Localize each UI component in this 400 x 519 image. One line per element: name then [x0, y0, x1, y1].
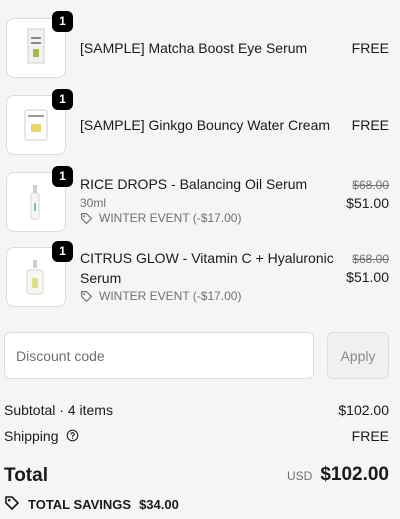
product-name-line2: Serum: [80, 270, 122, 286]
quantity-badge: 1: [52, 166, 73, 187]
apply-button[interactable]: Apply: [327, 332, 389, 379]
product-price: $51.00: [346, 269, 389, 285]
total-label: Total: [4, 465, 48, 486]
shipping-value: FREE: [351, 428, 389, 444]
savings-value: $34.00: [139, 497, 179, 512]
subtotal-value: $102.00: [338, 402, 389, 418]
total-amount: $102.00: [320, 464, 389, 485]
tag-icon: [4, 495, 20, 514]
product-price: FREE: [351, 117, 389, 133]
quantity-badge: 1: [52, 241, 73, 262]
shipping-label: Shipping: [4, 428, 59, 444]
total-value-group: USD $102.00: [287, 464, 389, 486]
total-savings: TOTAL SAVINGS $34.00: [4, 495, 179, 514]
product-name: RICE DROPS - Balancing Oil Serum: [80, 176, 308, 192]
product-variant: 30ml: [80, 196, 107, 210]
product-name: [SAMPLE] Ginkgo Bouncy Water Cream: [80, 117, 331, 133]
tag-icon: [80, 212, 93, 225]
discount-text: WINTER EVENT (-$17.00): [99, 211, 242, 225]
discount-line: WINTER EVENT (-$17.00): [80, 211, 241, 225]
original-price: $68.00: [352, 252, 389, 266]
quantity-badge: 1: [52, 89, 73, 110]
discount-line: WINTER EVENT (-$17.00): [80, 289, 241, 303]
help-circle-icon[interactable]: [66, 429, 79, 445]
discount-text: WINTER EVENT (-$17.00): [99, 289, 242, 303]
shipping-row: Shipping: [4, 428, 79, 445]
discount-code-input[interactable]: [4, 332, 314, 379]
savings-label: TOTAL SAVINGS: [28, 497, 132, 512]
subtotal-label: Subtotal · 4 items: [4, 402, 113, 418]
product-name: [SAMPLE] Matcha Boost Eye Serum: [80, 40, 308, 56]
currency-code: USD: [286, 469, 313, 483]
original-price: $68.00: [352, 178, 389, 192]
product-price: FREE: [351, 40, 389, 56]
product-name-line1: CITRUS GLOW - Vitamin C + Hyaluronic: [80, 250, 334, 266]
product-price: $51.00: [346, 195, 389, 211]
tag-icon: [80, 290, 93, 303]
quantity-badge: 1: [52, 11, 73, 32]
